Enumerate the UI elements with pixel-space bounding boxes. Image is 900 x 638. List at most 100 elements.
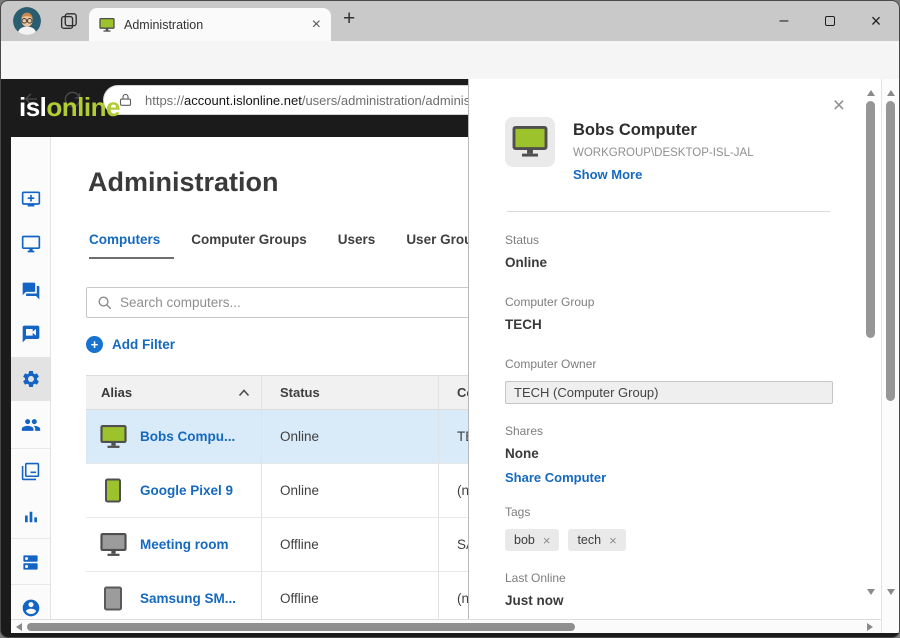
minimize-button[interactable]: –	[761, 1, 807, 41]
tab-user-groups[interactable]: User Groups	[406, 232, 468, 259]
sidebar-item-new-computer[interactable]	[11, 177, 50, 221]
column-header-status[interactable]: Status	[261, 376, 438, 409]
tab-title: Administration	[124, 18, 203, 32]
group-cell: (n	[438, 464, 468, 517]
group-cell: (n	[438, 572, 468, 619]
workspaces-icon[interactable]	[57, 12, 79, 37]
browser-toolbar: https://account.islonline.net/users/admi…	[1, 41, 899, 79]
last-online-value: Just now	[505, 593, 835, 608]
tablet-gray-icon	[99, 586, 127, 611]
field-status: Status Online	[505, 233, 835, 270]
panel-close-button[interactable]: ×	[833, 95, 845, 116]
sidebar-item-servers[interactable]	[11, 540, 50, 584]
logo-isl: isl	[19, 92, 46, 122]
tab-close-button[interactable]: ×	[312, 17, 321, 33]
scroll-left-arrow[interactable]	[16, 623, 22, 631]
computer-link[interactable]: Meeting room	[140, 537, 229, 552]
table-row-meeting-room[interactable]: Meeting room Offline SA	[86, 518, 468, 572]
shares-label: Shares	[505, 424, 835, 438]
panel-scrollbar-thumb[interactable]	[866, 101, 875, 338]
page-title: Administration	[88, 167, 279, 198]
computer-owner-input[interactable]	[505, 381, 833, 404]
lock-icon	[118, 92, 133, 108]
add-filter-button[interactable]: + Add Filter	[86, 336, 175, 353]
islonline-logo[interactable]: islonline	[19, 92, 120, 123]
tag-chips: bob × tech ×	[505, 529, 835, 551]
sidebar-item-video-call[interactable]	[11, 312, 50, 356]
sidebar-item-users[interactable]	[11, 403, 50, 447]
scroll-right-arrow[interactable]	[867, 623, 873, 631]
panel-title: Bobs Computer	[573, 117, 754, 140]
scroll-down-arrow[interactable]	[867, 589, 875, 595]
tab-computer-groups[interactable]: Computer Groups	[191, 232, 321, 259]
show-more-link[interactable]: Show More	[573, 167, 754, 182]
panel-subtitle: WORKGROUP\DESKTOP-ISL-JAL	[573, 147, 754, 159]
table-row-samsung[interactable]: Samsung SM... Offline (n	[86, 572, 468, 619]
plus-circle-icon: +	[86, 336, 103, 353]
computers-table: Alias Status Co Bobs Compu... Online TE	[86, 375, 468, 619]
new-tab-button[interactable]: +	[343, 7, 355, 31]
tag-chip-bob[interactable]: bob ×	[505, 529, 559, 551]
monitor-icon	[21, 234, 41, 254]
panel-header: Bobs Computer WORKGROUP\DESKTOP-ISL-JAL …	[505, 117, 754, 182]
sidebar-item-administration[interactable]	[11, 357, 50, 401]
page-vertical-scrollbar[interactable]	[884, 85, 898, 615]
status-cell: Online	[261, 464, 438, 517]
sidebar-item-computers[interactable]	[11, 222, 50, 266]
tag-remove-icon[interactable]: ×	[609, 534, 617, 547]
tags-label: Tags	[505, 505, 835, 519]
panel-vertical-scrollbar[interactable]	[864, 85, 878, 615]
tab-computers[interactable]: Computers	[89, 232, 174, 259]
tag-label: tech	[577, 533, 601, 547]
group-cell: TE	[438, 410, 468, 463]
panel-divider	[507, 211, 830, 212]
monitor-green-icon	[512, 126, 548, 158]
tab-favicon-monitor-icon	[99, 18, 115, 32]
column-header-alias[interactable]: Alias	[86, 376, 261, 409]
avatar-icon	[13, 7, 41, 35]
logo-online: online	[46, 92, 120, 122]
sidebar-item-chat[interactable]	[11, 269, 50, 313]
close-button[interactable]: ×	[853, 1, 899, 41]
browser-tab-administration[interactable]: Administration ×	[89, 8, 331, 41]
computer-link[interactable]: Samsung SM...	[140, 591, 236, 606]
search-box	[86, 287, 468, 318]
tag-remove-icon[interactable]: ×	[543, 534, 551, 547]
page-scrollbar-thumb[interactable]	[886, 101, 895, 401]
maximize-button[interactable]	[807, 1, 853, 41]
url-scheme: https://	[145, 93, 184, 108]
shares-value: None	[505, 446, 835, 461]
profile-avatar[interactable]	[13, 7, 41, 35]
gear-icon	[21, 369, 41, 389]
people-icon	[21, 415, 41, 435]
sidebar-item-reports[interactable]	[11, 495, 50, 539]
col-status-label: Status	[280, 385, 320, 400]
sort-ascending-icon	[238, 389, 250, 397]
field-tags: Tags bob × tech ×	[505, 505, 835, 551]
computer-group-label: Computer Group	[505, 295, 835, 309]
search-input[interactable]	[120, 295, 468, 310]
table-row-google-pixel-9[interactable]: Google Pixel 9 Online (n	[86, 464, 468, 518]
sidebar-divider	[11, 584, 50, 585]
computer-link[interactable]: Bobs Compu...	[140, 429, 235, 444]
sidebar-item-sessions[interactable]	[11, 449, 50, 493]
table-row-bobs-computer[interactable]: Bobs Compu... Online TE	[86, 410, 468, 464]
column-header-group[interactable]: Co	[438, 376, 468, 409]
scroll-down-arrow[interactable]	[887, 589, 895, 595]
computer-icon-box	[505, 117, 555, 167]
horizontal-scrollbar[interactable]	[11, 619, 881, 633]
horizontal-scrollbar-thumb[interactable]	[27, 623, 575, 631]
tab-users[interactable]: Users	[338, 232, 390, 259]
status-label: Status	[505, 233, 835, 247]
window-controls: – ×	[761, 1, 899, 41]
search-icon	[97, 295, 112, 310]
computer-owner-label: Computer Owner	[505, 357, 835, 371]
scroll-up-arrow[interactable]	[867, 90, 875, 96]
status-cell: Online	[261, 410, 438, 463]
field-computer-owner: Computer Owner	[505, 357, 835, 404]
scroll-up-arrow[interactable]	[887, 90, 895, 96]
last-online-label: Last Online	[505, 571, 835, 585]
share-computer-link[interactable]: Share Computer	[505, 470, 835, 485]
tag-chip-tech[interactable]: tech ×	[568, 529, 625, 551]
computer-link[interactable]: Google Pixel 9	[140, 483, 233, 498]
